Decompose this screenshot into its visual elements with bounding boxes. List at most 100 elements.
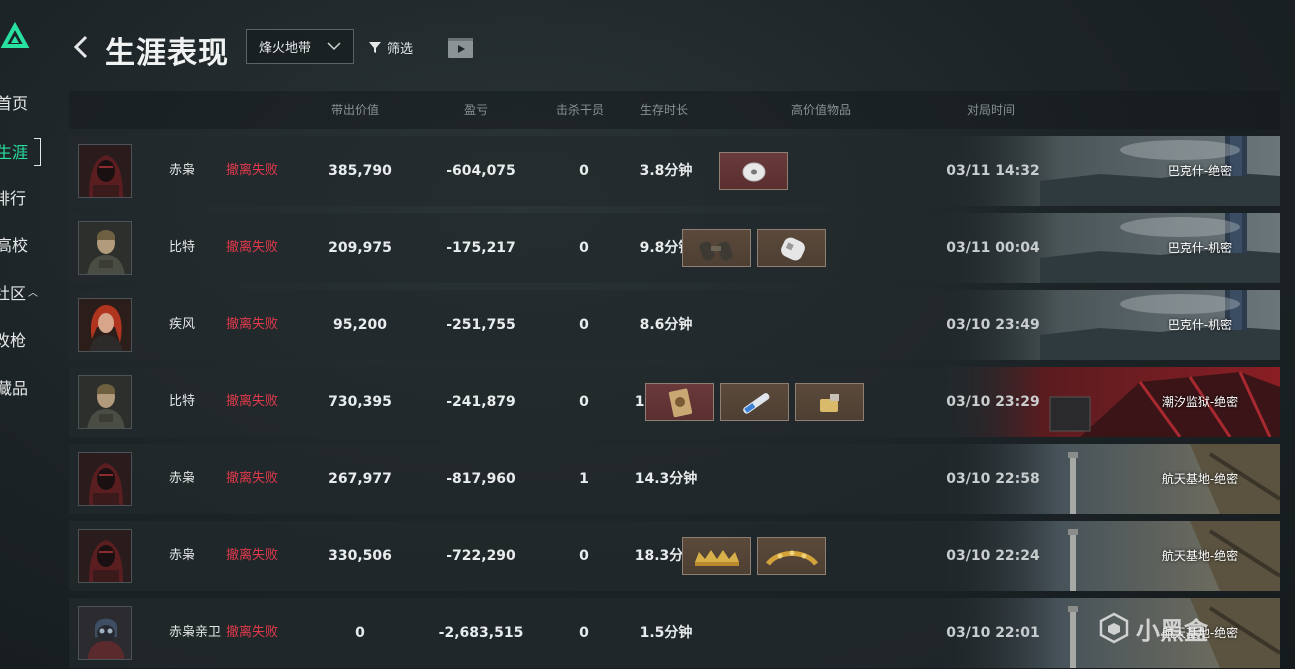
column-header-profit: 盈亏 <box>463 103 489 117</box>
carried-value: 0 <box>355 625 365 641</box>
profit-loss: -175,217 <box>446 240 516 256</box>
high-value-items <box>682 537 826 575</box>
operator-avatar <box>78 606 132 660</box>
operator-avatar <box>78 298 132 352</box>
map-name: 巴克什-机密 <box>1167 241 1233 255</box>
profit-loss: -604,075 <box>446 163 516 179</box>
operator-avatar <box>78 221 132 275</box>
table-header: 带出价值 盈亏 击杀干员 生存时长 高价值物品 对局时间 <box>69 91 1280 129</box>
operator-avatar <box>78 452 132 506</box>
extraction-status: 撤离失败 <box>226 471 279 486</box>
chevron-up-icon: ︿ <box>28 288 39 299</box>
match-time: 03/11 14:32 <box>946 163 1040 179</box>
sidebar-item-gunsmith[interactable]: 改枪 <box>0 328 26 354</box>
map-name: 航天基地-绝密 <box>1161 549 1239 563</box>
sidebar-item-community[interactable]: 社区 ︿ <box>0 281 38 307</box>
table-row[interactable]: 比特 撤离失败 730,395 -241,879 0 14.5分钟 03/10 … <box>69 367 1280 437</box>
card-item[interactable] <box>645 383 714 421</box>
operator-portrait-icon <box>79 145 131 197</box>
high-value-items <box>645 383 864 421</box>
lighter-item[interactable] <box>795 383 864 421</box>
sidebar-item-home[interactable]: 首页 <box>0 91 28 117</box>
high-value-items <box>719 152 788 190</box>
operator-name: 赤枭 <box>169 163 196 178</box>
tiara-item-icon <box>765 550 819 566</box>
map-name: 航天基地-绝密 <box>1161 472 1239 486</box>
operator-name: 赤枭亲卫 <box>169 625 222 640</box>
operator-name: 赤枭 <box>169 471 196 486</box>
table-row[interactable]: 疾风 撤离失败 95,200 -251,755 0 8.6分钟 03/10 23… <box>69 290 1280 360</box>
card-item-icon <box>668 388 693 418</box>
watermark: 小黑盒 <box>1098 608 1208 648</box>
survival-time: 3.8分钟 <box>639 163 693 179</box>
disc-item[interactable] <box>719 152 788 190</box>
sidebar-item-career[interactable]: 生涯 <box>0 140 28 166</box>
table-row[interactable]: 比特 撤离失败 209,975 -175,217 0 9.8分钟 03/11 0… <box>69 213 1280 283</box>
sidebar-item-collection[interactable]: 藏品 <box>0 376 28 402</box>
sidebar-item-label: 社区 <box>0 284 27 303</box>
match-time: 03/10 22:01 <box>946 625 1040 641</box>
sidebar-item-rank[interactable]: 排行 <box>0 186 26 212</box>
operator-name: 赤枭 <box>169 548 196 563</box>
device-item-icon <box>781 237 805 261</box>
extraction-status: 撤离失败 <box>226 240 279 255</box>
profit-loss: -817,960 <box>446 471 516 487</box>
kill-count: 0 <box>579 317 589 333</box>
carried-value: 267,977 <box>328 471 392 487</box>
operator-name: 比特 <box>169 240 196 255</box>
binoculars-item[interactable] <box>682 229 751 267</box>
operator-portrait-icon <box>79 607 131 659</box>
table-row[interactable]: 赤枭 撤离失败 330,506 -722,290 0 18.3分钟 03/10 … <box>69 521 1280 591</box>
crown-item-icon <box>695 550 739 566</box>
map-name: 巴克什-绝密 <box>1167 164 1233 178</box>
operator-name: 比特 <box>169 394 196 409</box>
mode-select-value: 烽火地带 <box>259 41 312 56</box>
filter-button[interactable]: 筛选 <box>368 37 413 57</box>
back-arrow-icon[interactable] <box>70 34 92 60</box>
match-time: 03/10 23:29 <box>946 394 1040 410</box>
operator-portrait-icon <box>79 530 131 582</box>
table-row[interactable]: 赤枭 撤离失败 385,790 -604,075 0 3.8分钟 03/11 1… <box>69 136 1280 206</box>
survival-time: 1.5分钟 <box>639 625 693 641</box>
watermark-text: 小黑盒 <box>1136 616 1208 645</box>
video-icon[interactable] <box>447 36 474 59</box>
table-row[interactable]: 赤枭 撤离失败 267,977 -817,960 1 14.3分钟 03/10 … <box>69 444 1280 514</box>
survival-time: 8.6分钟 <box>639 317 693 333</box>
operator-portrait-icon <box>79 299 131 351</box>
syringe-item-icon <box>743 393 770 414</box>
operator-portrait-icon <box>79 222 131 274</box>
page-title: 生涯表现 <box>105 36 229 71</box>
kill-count: 0 <box>579 394 589 410</box>
binoculars-item-icon <box>699 241 733 261</box>
tiara-item[interactable] <box>757 537 826 575</box>
mode-select[interactable]: 烽火地带 <box>246 29 354 64</box>
operator-portrait-icon <box>79 376 131 428</box>
carried-value: 385,790 <box>328 163 392 179</box>
syringe-item[interactable] <box>720 383 789 421</box>
extraction-status: 撤离失败 <box>226 394 279 409</box>
map-name: 潮汐监狱-绝密 <box>1161 395 1239 409</box>
match-time: 03/11 00:04 <box>946 240 1040 256</box>
match-time: 03/10 22:24 <box>946 548 1040 564</box>
device-item[interactable] <box>757 229 826 267</box>
profit-loss: -251,755 <box>446 317 516 333</box>
column-header-value: 带出价值 <box>330 103 380 117</box>
kill-count: 0 <box>579 163 589 179</box>
extraction-status: 撤离失败 <box>226 317 279 332</box>
filter-icon <box>369 42 381 53</box>
column-header-kills: 击杀干员 <box>555 103 605 117</box>
carried-value: 95,200 <box>332 317 388 333</box>
box-logo-icon <box>1099 612 1129 644</box>
extraction-status: 撤离失败 <box>226 625 279 640</box>
active-indicator <box>34 138 41 166</box>
chevron-down-icon <box>327 42 341 51</box>
sidebar-item-school[interactable]: 高校 <box>0 233 28 259</box>
carried-value: 330,506 <box>328 548 392 564</box>
map-name: 巴克什-机密 <box>1167 318 1233 332</box>
column-header-survival: 生存时长 <box>639 103 689 117</box>
column-header-time: 对局时间 <box>966 103 1016 117</box>
crown-item[interactable] <box>682 537 751 575</box>
operator-avatar <box>78 375 132 429</box>
column-header-items: 高价值物品 <box>790 103 852 117</box>
app-logo-icon <box>0 22 30 48</box>
